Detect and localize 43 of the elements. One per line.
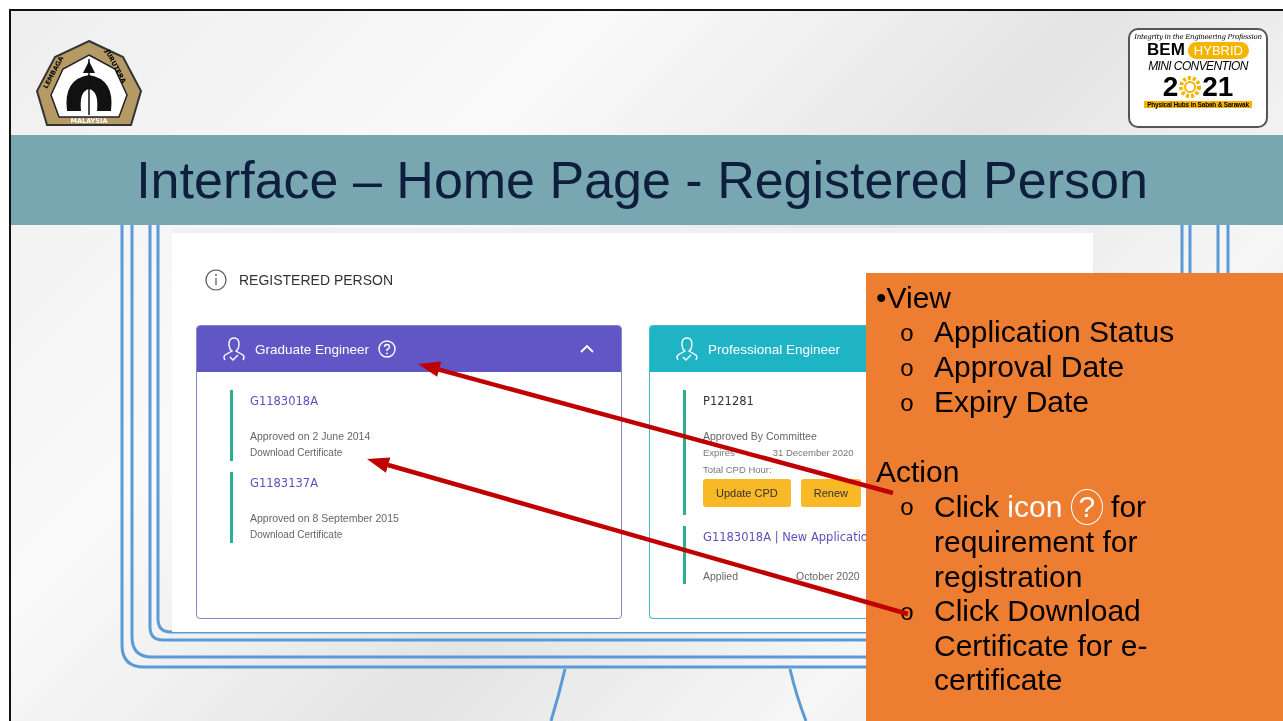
action-button[interactable]: Update CPD — [703, 479, 791, 507]
download-link[interactable]: Download Certificate — [250, 444, 343, 461]
callout-item: Click icon ? for requirement for registration — [934, 489, 1148, 594]
status-text: Applied — [703, 569, 739, 584]
bullet-text: o — [899, 492, 915, 522]
hybrid-badge: HYBRID — [1187, 41, 1249, 59]
detail-text: Expires — [703, 446, 735, 460]
help-icon[interactable] — [378, 340, 397, 358]
registration-link[interactable]: G1183018A — [250, 393, 318, 409]
detail-text: Total CPD Hour: — [703, 463, 772, 477]
callout-item: Approval Date — [934, 350, 1126, 385]
callout-item: Expiry Date — [934, 385, 1091, 420]
logo-year: 2 — [1162, 73, 1179, 101]
bullet-text: o — [899, 318, 915, 348]
callout-item: Application Status — [934, 315, 1176, 350]
status-text: Approved By Committee — [703, 429, 817, 444]
callout-heading: Action — [876, 454, 961, 489]
action-button[interactable]: Renew — [800, 479, 861, 507]
info-icon — [205, 269, 227, 291]
card-title: Professional Engineer — [707, 341, 840, 357]
download-link[interactable]: Download Certificate — [250, 526, 343, 543]
chevron-icon[interactable] — [579, 344, 595, 354]
status-text: Approved on 8 September 2015 — [250, 511, 399, 526]
bullet-text: o — [899, 388, 915, 418]
status-text: Approved on 2 June 2014 — [250, 429, 371, 444]
logo-year: 21 — [1202, 73, 1234, 101]
registration-link[interactable]: G1183137A — [250, 475, 318, 491]
card-title: Graduate Engineer — [255, 341, 370, 357]
person-icon — [222, 336, 246, 362]
gear-icon — [1179, 76, 1202, 98]
logo-subtitle: MINI CONVENTION — [1148, 59, 1248, 73]
registration-number: P121281 — [703, 393, 754, 409]
detail-text: 31 December 2020 — [772, 446, 854, 460]
bullet-text: o — [899, 353, 915, 383]
callout-heading: •View — [876, 280, 952, 315]
registration-link[interactable]: G1183018A | New Applicatio — [703, 529, 868, 545]
status-text: October 2020 — [796, 569, 860, 584]
person-icon — [675, 336, 699, 362]
logo-brand: BEM — [1147, 41, 1185, 59]
section-title: REGISTERED PERSON — [239, 272, 394, 288]
slide-title: Interface – Home Page - Registered Person — [136, 150, 1149, 210]
card-header[interactable]: Graduate Engineer — [197, 326, 621, 372]
callout-item: Click Download Certificate for e-certificate — [934, 594, 1149, 698]
